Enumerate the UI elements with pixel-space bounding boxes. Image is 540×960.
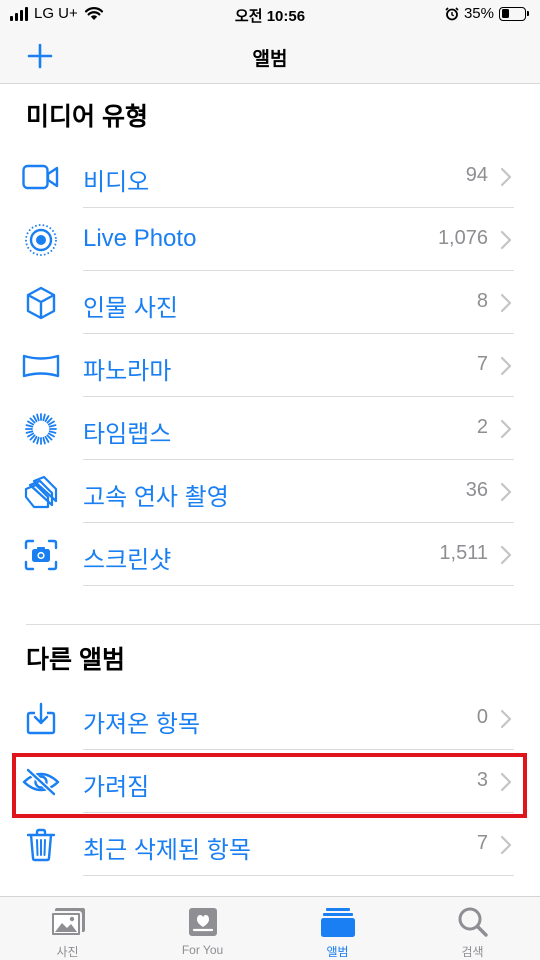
battery-icon (499, 6, 529, 21)
album-count: 94 (465, 164, 488, 186)
row-divider (83, 875, 514, 876)
album-label: 고속 연사 촬영 (83, 484, 229, 511)
trash-icon (22, 828, 60, 862)
album-label: 타임랩스 (83, 421, 172, 448)
status-bar: LG U+ 오전 10:56 35% (0, 0, 540, 30)
album-row-recently-deleted[interactable]: 최근 삭제된 항목 7 (0, 813, 540, 876)
album-label: Live Photo (83, 225, 197, 252)
album-count: 7 (476, 832, 488, 854)
albums-icon (319, 904, 357, 940)
chevron-right-icon (500, 545, 512, 565)
album-row-panorama[interactable]: 파노라마 7 (0, 334, 540, 397)
live-photo-icon (22, 223, 60, 257)
tab-label: 앨범 (326, 945, 349, 959)
album-row-hidden[interactable]: 가려짐 3 (0, 750, 540, 813)
album-count: 3 (476, 769, 488, 791)
album-count: 7 (476, 353, 488, 375)
chevron-right-icon (500, 419, 512, 439)
album-count: 36 (465, 479, 488, 501)
page-title: 앨범 (252, 49, 288, 70)
album-count: 2 (476, 416, 488, 438)
chevron-right-icon (500, 709, 512, 729)
hidden-eye-icon (22, 765, 60, 799)
battery-percent: 35% (463, 5, 494, 22)
album-count: 0 (476, 706, 488, 728)
nav-bar: 앨범 (0, 30, 540, 84)
panorama-icon (22, 349, 60, 383)
tab-search[interactable]: 검색 (405, 897, 540, 960)
row-divider (83, 585, 514, 586)
tab-photos[interactable]: 사진 (0, 897, 135, 960)
chevron-right-icon (500, 835, 512, 855)
album-label: 가져온 항목 (83, 711, 201, 738)
screenshot-icon (22, 538, 60, 572)
album-label: 비디오 (83, 169, 150, 196)
status-right: 35% (445, 5, 529, 22)
chevron-right-icon (500, 772, 512, 792)
album-row-imported[interactable]: 가져온 항목 0 (0, 687, 540, 750)
album-row-burst[interactable]: 고속 연사 촬영 36 (0, 460, 540, 523)
album-row-timelapse[interactable]: 타임랩스 2 (0, 397, 540, 460)
album-row-video[interactable]: 비디오 94 (0, 145, 540, 208)
chevron-right-icon (500, 230, 512, 250)
tab-albums[interactable]: 앨범 (270, 897, 405, 960)
video-icon (22, 160, 60, 194)
album-row-screenshot[interactable]: 스크린샷 1,511 (0, 523, 540, 586)
chevron-right-icon (500, 293, 512, 313)
other-albums-title: 다른 앨범 (26, 646, 125, 674)
chevron-right-icon (500, 356, 512, 376)
media-types-title: 미디어 유형 (26, 103, 148, 131)
album-row-live-photo[interactable]: Live Photo 1,076 (0, 208, 540, 271)
tab-label: 검색 (461, 945, 484, 959)
album-label: 스크린샷 (83, 547, 172, 574)
burst-icon (22, 475, 60, 509)
photos-icon (49, 904, 87, 940)
album-label: 파노라마 (83, 358, 172, 385)
cube-icon (22, 286, 60, 320)
tab-for-you[interactable]: For You (135, 897, 270, 960)
tab-label: For You (181, 943, 224, 957)
chevron-right-icon (500, 167, 512, 187)
album-count: 8 (476, 290, 488, 312)
album-label: 최근 삭제된 항목 (83, 837, 251, 864)
album-row-portrait[interactable]: 인물 사진 8 (0, 271, 540, 334)
album-count: 1,511 (439, 542, 488, 564)
album-count: 1,076 (437, 227, 488, 249)
album-label: 가려짐 (83, 774, 150, 801)
chevron-right-icon (500, 482, 512, 502)
album-label: 인물 사진 (83, 295, 178, 322)
alarm-icon (445, 6, 459, 20)
battery-fill (501, 9, 510, 18)
section-divider (26, 624, 540, 625)
tab-bar: 사진 For You 앨범 검색 (0, 896, 540, 960)
for-you-icon (184, 904, 222, 940)
timelapse-icon (22, 412, 60, 446)
import-icon (22, 702, 60, 736)
tab-label: 사진 (56, 945, 79, 959)
search-icon (454, 904, 492, 940)
